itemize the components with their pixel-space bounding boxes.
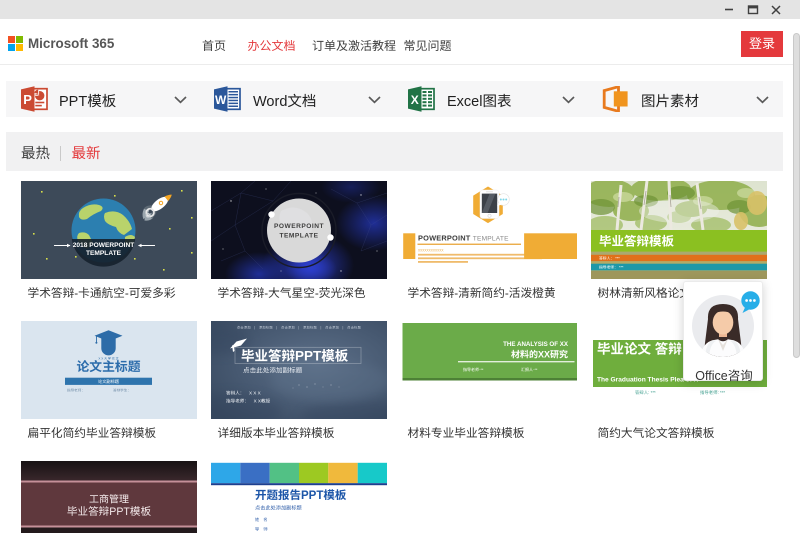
svg-text:TEMPLATE: TEMPLATE [279, 233, 318, 240]
svg-text:指导老师·**: 指导老师·** [463, 367, 484, 372]
svg-text:指导老师： X X教授: 指导老师： X X教授 [226, 399, 271, 404]
svg-text:开题报告PPT模板: 开题报告PPT模板 [255, 489, 347, 502]
svg-text:POWERPOINT TEMPLATE: POWERPOINT TEMPLATE [418, 234, 509, 243]
svg-text:TEMPLATE: TEMPLATE [86, 250, 122, 257]
svg-text:答辩学生：: 答辩学生： [113, 387, 131, 392]
svg-text:汇报人·**: 汇报人·** [521, 367, 538, 372]
svg-text:答辩人: ***: 答辩人: *** [635, 390, 656, 395]
svg-text:毕业答辩PPT模板: 毕业答辩PPT模板 [241, 349, 349, 364]
svg-text:论文主标题: 论文主标题 [77, 359, 141, 374]
svg-text:指导老师: ***: 指导老师: *** [700, 390, 725, 395]
svg-text:毕业答辩PPT模板: 毕业答辩PPT模板 [67, 506, 152, 518]
svg-text:P: P [23, 92, 32, 107]
svg-text:指导老师： ***: 指导老师： *** [599, 265, 624, 270]
svg-text:W: W [215, 93, 227, 107]
svg-text:姓 名: 姓 名 [255, 517, 268, 522]
svg-text:XXXXXXXXXXXX: XXXXXXXXXXXX [418, 249, 444, 253]
svg-text:点击此处添加副标题: 点击此处添加副标题 [255, 505, 302, 512]
svg-text:论文副标题: 论文副标题 [98, 379, 120, 384]
svg-text:材料的XX研究: 材料的XX研究 [511, 350, 568, 360]
svg-text:答辩人： ***: 答辩人： *** [599, 256, 620, 261]
svg-text:POWERPOINT: POWERPOINT [274, 223, 324, 230]
svg-text:工商管理: 工商管理 [89, 494, 129, 506]
svg-text:指导老师：: 指导老师： [67, 387, 85, 392]
svg-text:答辩人： X X X: 答辩人： X X X [226, 391, 261, 396]
svg-text:X: X [411, 93, 419, 107]
svg-text:THE ANALYSIS OF XX: THE ANALYSIS OF XX [503, 341, 569, 348]
svg-text:2018 POWERPOINT: 2018 POWERPOINT [73, 242, 135, 249]
svg-text:点击添加 | 添加标题 | 点击添加 | 添加标题 | 点击: 点击添加 | 添加标题 | 点击添加 | 添加标题 | 点击添加 | 点击标题 [237, 326, 362, 330]
svg-text:毕业答辩模板: 毕业答辩模板 [599, 235, 675, 249]
svg-text:毕业论文 答辩: 毕业论文 答辩 [597, 342, 682, 357]
svg-text:点击此处添加副标题: 点击此处添加副标题 [243, 367, 303, 375]
svg-text:导 师: 导 师 [255, 527, 268, 532]
